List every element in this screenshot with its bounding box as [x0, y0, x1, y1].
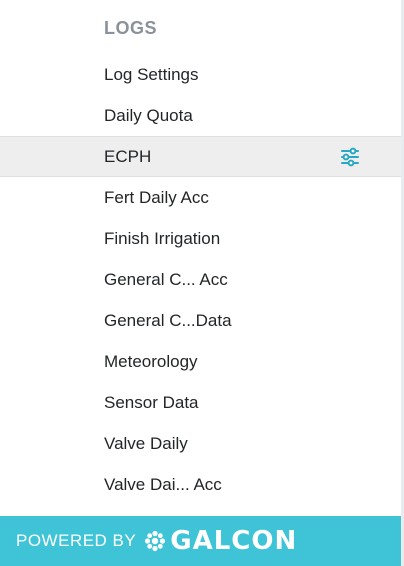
menu-item-label: Meteorology [104, 352, 198, 371]
logs-menu-panel: LOGS Log Settings Daily Quota ECPH Fert … [0, 0, 404, 566]
menu-item-label: General C...Data [104, 311, 232, 330]
menu-item-ecph[interactable]: ECPH [0, 136, 401, 177]
menu-item-general-c-data[interactable]: General C...Data [0, 300, 401, 341]
menu-item-meteorology[interactable]: Meteorology [0, 341, 401, 382]
menu-item-valve-daily-acc[interactable]: Valve Dai... Acc [0, 464, 401, 505]
menu-item-daily-quota[interactable]: Daily Quota [0, 95, 401, 136]
galcon-brand-text: GALCON [170, 526, 298, 556]
menu-item-label: Valve Daily [104, 434, 188, 453]
menu-item-label: Daily Quota [104, 106, 193, 125]
logs-menu-list: Log Settings Daily Quota ECPH Fert Daily… [0, 54, 401, 505]
menu-item-fert-daily-acc[interactable]: Fert Daily Acc [0, 177, 401, 218]
galcon-logo: GALCON [144, 526, 297, 556]
menu-item-label: Valve Dai... Acc [104, 475, 222, 494]
menu-item-label: ECPH [104, 147, 152, 166]
menu-item-sensor-data[interactable]: Sensor Data [0, 382, 401, 423]
menu-item-valve-daily[interactable]: Valve Daily [0, 423, 401, 464]
menu-item-label: Sensor Data [104, 393, 199, 412]
powered-by-footer: POWERED BY GALCON [0, 516, 401, 566]
menu-item-label: Finish Irrigation [104, 229, 221, 248]
section-header-logs: LOGS [104, 18, 158, 38]
menu-item-label: General C... Acc [104, 270, 228, 289]
menu-item-log-settings[interactable]: Log Settings [0, 54, 401, 95]
powered-by-label: POWERED BY [16, 531, 137, 550]
menu-item-label: Fert Daily Acc [104, 188, 209, 207]
menu-item-finish-irrigation[interactable]: Finish Irrigation [0, 218, 401, 259]
galcon-logo-icon [145, 530, 166, 552]
menu-item-label: Log Settings [104, 65, 199, 84]
settings-sliders-icon[interactable] [339, 146, 361, 168]
menu-item-general-c-acc[interactable]: General C... Acc [0, 259, 401, 300]
